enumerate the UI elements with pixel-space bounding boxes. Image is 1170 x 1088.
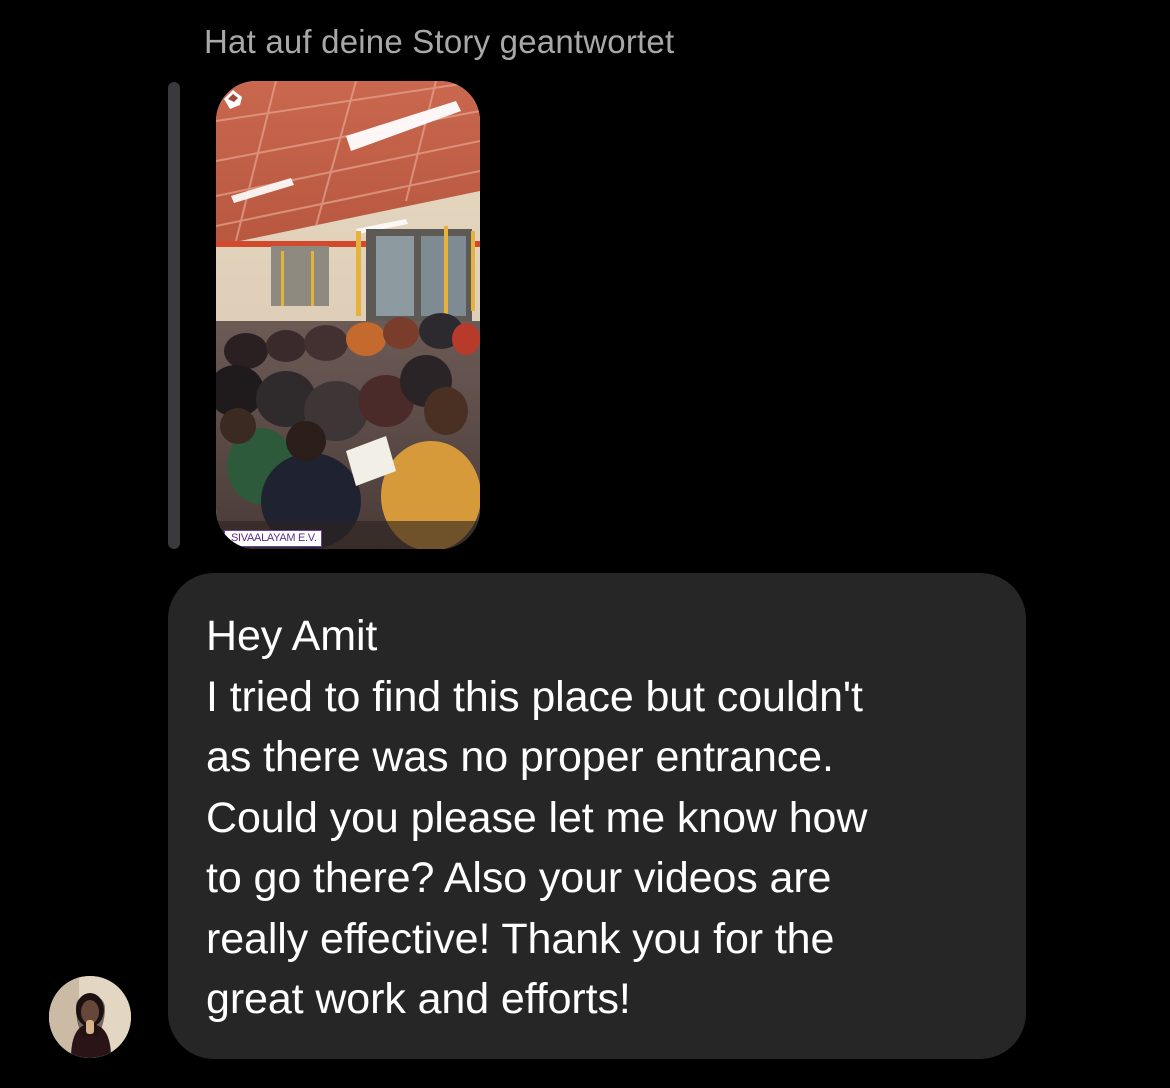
- story-thumbnail[interactable]: SIVAALAYAM E.V.: [216, 81, 480, 549]
- story-photo: [216, 81, 480, 549]
- story-reply-caption: Hat auf deine Story geantwortet: [204, 23, 675, 60]
- message-bubble[interactable]: Hey Amit I tried to find this place but …: [168, 573, 1026, 1059]
- message-line: to go there? Also your videos are: [206, 854, 832, 902]
- sender-avatar[interactable]: [49, 976, 131, 1058]
- message-line: Hey Amit: [206, 612, 378, 660]
- message-line: Could you please let me know how: [206, 793, 868, 842]
- avatar-photo: [49, 976, 131, 1058]
- story-sticker-icon: [224, 90, 242, 109]
- reply-indicator-bar: [168, 82, 180, 549]
- message-line: great work and efforts!: [206, 975, 631, 1023]
- story-location-tag: SIVAALAYAM E.V.: [224, 530, 322, 547]
- message-line: really effective! Thank you for the: [206, 914, 835, 963]
- message-line: I tried to find this place but couldn't: [206, 672, 863, 721]
- message-line: as there was no proper entrance.: [206, 733, 834, 781]
